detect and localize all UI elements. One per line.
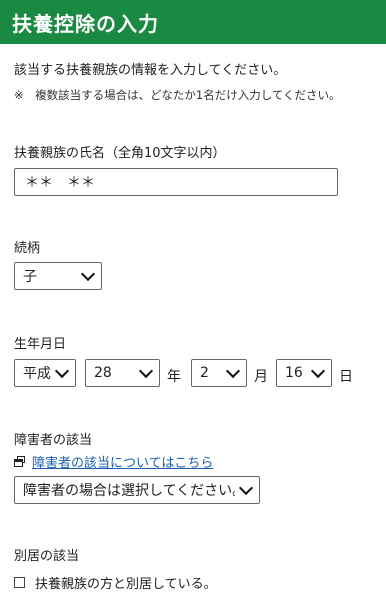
intro-text: 該当する扶養親族の情報を入力してください。 [14, 63, 287, 78]
disability-select[interactable]: 障害者の場合は選択してください。 [14, 476, 260, 504]
disability-select-value: 障害者の場合は選択してください。 [23, 483, 235, 499]
era-value: 平成 [23, 366, 51, 382]
page-header: 扶養控除の入力 [0, 0, 386, 44]
disability-info-link[interactable]: 障害者の該当についてはこちら [32, 452, 213, 471]
year-unit: 年 [167, 369, 181, 385]
birth-year-value: 28 [94, 365, 112, 381]
disability-label: 障害者の該当 [14, 433, 93, 448]
chevron-down-icon [54, 363, 70, 378]
relationship-select[interactable]: 子 [14, 262, 102, 290]
separate-residence-checkbox[interactable] [14, 577, 25, 588]
birth-month-value: 2 [200, 365, 209, 381]
birth-year-select[interactable]: 28 [85, 359, 160, 387]
birthdate-label: 生年月日 [14, 337, 67, 352]
chevron-down-icon [225, 363, 241, 378]
chevron-down-icon [80, 266, 96, 281]
chevron-down-icon [138, 363, 154, 378]
intro-note: ※ 複数該当する場合は、どなたか1名だけ入力してください。 [14, 88, 341, 102]
birth-day-value: 16 [285, 365, 303, 381]
separate-residence-row[interactable]: 扶養親族の方と別居している。 [14, 573, 217, 592]
day-unit: 日 [339, 369, 353, 385]
separate-residence-checkbox-label[interactable]: 扶養親族の方と別居している。 [35, 573, 217, 592]
page-title: 扶養控除の入力 [12, 11, 159, 36]
chevron-down-icon [238, 480, 254, 495]
relationship-value: 子 [23, 269, 37, 285]
disability-info-link-row: 障害者の該当についてはこちら [14, 452, 213, 471]
separate-residence-label: 別居の該当 [14, 549, 80, 564]
name-field-label: 扶養親族の氏名（全角10文字以内） [14, 146, 226, 161]
relationship-label: 続柄 [14, 241, 41, 256]
birth-day-select[interactable]: 16 [276, 359, 332, 387]
chevron-down-icon [310, 363, 326, 378]
dependent-name-input[interactable] [14, 168, 338, 196]
new-window-icon [14, 456, 26, 467]
era-select[interactable]: 平成 [14, 359, 76, 387]
month-unit: 月 [254, 369, 268, 385]
birth-month-select[interactable]: 2 [191, 359, 247, 387]
